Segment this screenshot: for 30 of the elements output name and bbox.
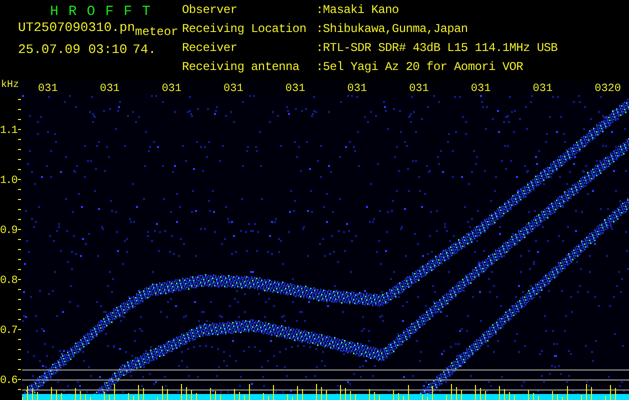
frequency-label: 0.8 (0, 274, 16, 289)
frequency-label: 0.7 (0, 324, 16, 339)
time-label: 031 (224, 83, 244, 95)
info-label: Receiver (182, 42, 238, 57)
meteor-count: 74. (132, 42, 156, 58)
time-label: 031 (532, 83, 553, 95)
frequency-label: 1.0 (0, 174, 16, 189)
info-label: Observer (182, 4, 238, 19)
info-value: :Shibukawa,Gunma,Japan (316, 23, 469, 38)
file-name: UT2507090310.pn (18, 20, 136, 36)
info-value: :RTL-SDR SDR# 43dB L15 114.1MHz USB (316, 42, 558, 57)
time-label: 031 (470, 83, 491, 95)
info-value: :Masaki Kano (316, 4, 400, 19)
date-time: 25.07.09 03:10 (18, 42, 128, 58)
unit-label: kHz (0, 80, 20, 91)
app-title: HROFFT (49, 4, 156, 20)
detection-type: meteor (135, 24, 178, 40)
info-label: Receiving antenna (182, 61, 300, 76)
time-label: 0320 (594, 83, 621, 95)
time-label: 031 (100, 83, 120, 95)
time-label: 031 (162, 83, 182, 95)
time-label: 031 (409, 83, 429, 95)
time-label: 031 (38, 83, 58, 95)
frequency-label: 0.6 (0, 374, 16, 389)
frequency-label: 1.1 (0, 124, 16, 139)
time-label: 031 (285, 83, 306, 95)
time-label: 031 (347, 83, 368, 95)
info-value: :5el Yagi Az 20 for Aomori VOR (316, 61, 524, 76)
info-label: Receiving Location (182, 23, 308, 38)
frequency-label: 0.9 (0, 224, 16, 239)
